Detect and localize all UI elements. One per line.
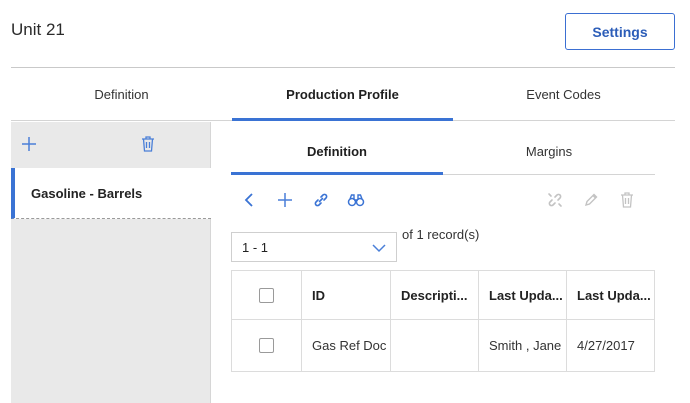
unlink-icon[interactable] [545,190,565,210]
row-select-cell [232,320,302,371]
plus-icon[interactable] [19,134,39,154]
subtab-definition[interactable]: Definition [231,128,443,175]
unit-title: Unit 21 [11,20,65,39]
cell-description [391,320,479,371]
link-icon[interactable] [311,190,331,210]
column-header-id[interactable]: ID [302,271,391,319]
row-checkbox[interactable] [259,338,274,353]
binoculars-icon[interactable] [346,190,366,210]
main-tabs: Definition Production Profile Event Code… [11,68,675,121]
tab-event-codes[interactable]: Event Codes [453,68,674,120]
settings-button[interactable]: Settings [565,13,675,50]
record-count: of 1 record(s) [402,227,480,242]
grid-header-row: ID Descripti... Last Upda... Last Upda..… [232,271,654,320]
range-select[interactable]: 1 - 1 [231,232,397,262]
cell-id: Gas Ref Doc [302,320,391,371]
left-panel: Gasoline - Barrels [11,122,211,403]
tab-production-profile[interactable]: Production Profile [232,68,453,121]
subtab-margins[interactable]: Margins [443,128,655,174]
delete-trash-icon[interactable] [617,190,637,210]
column-header-last-updated-by[interactable]: Last Upda... [479,271,567,319]
add-icon[interactable] [275,190,295,210]
records-grid: ID Descripti... Last Upda... Last Upda..… [231,270,655,372]
range-select-value: 1 - 1 [242,239,269,255]
chevron-down-icon [372,241,386,256]
sub-tabs: Definition Margins [231,128,655,175]
back-chevron-icon[interactable] [239,190,259,210]
header-select-cell [232,271,302,319]
column-header-description[interactable]: Descripti... [391,271,479,319]
trash-icon[interactable] [138,134,158,154]
edit-pencil-icon[interactable] [581,190,601,210]
column-header-last-updated[interactable]: Last Upda... [567,271,654,319]
table-row[interactable]: Gas Ref Doc Smith , Jane 4/27/2017 [232,320,654,371]
cell-last-updated: 4/27/2017 [577,338,635,353]
tab-definition[interactable]: Definition [11,68,232,120]
left-item-gasoline-barrels[interactable]: Gasoline - Barrels [11,168,211,219]
select-all-checkbox[interactable] [259,287,274,303]
cell-last-updated-by: Smith , Jane [479,320,567,371]
